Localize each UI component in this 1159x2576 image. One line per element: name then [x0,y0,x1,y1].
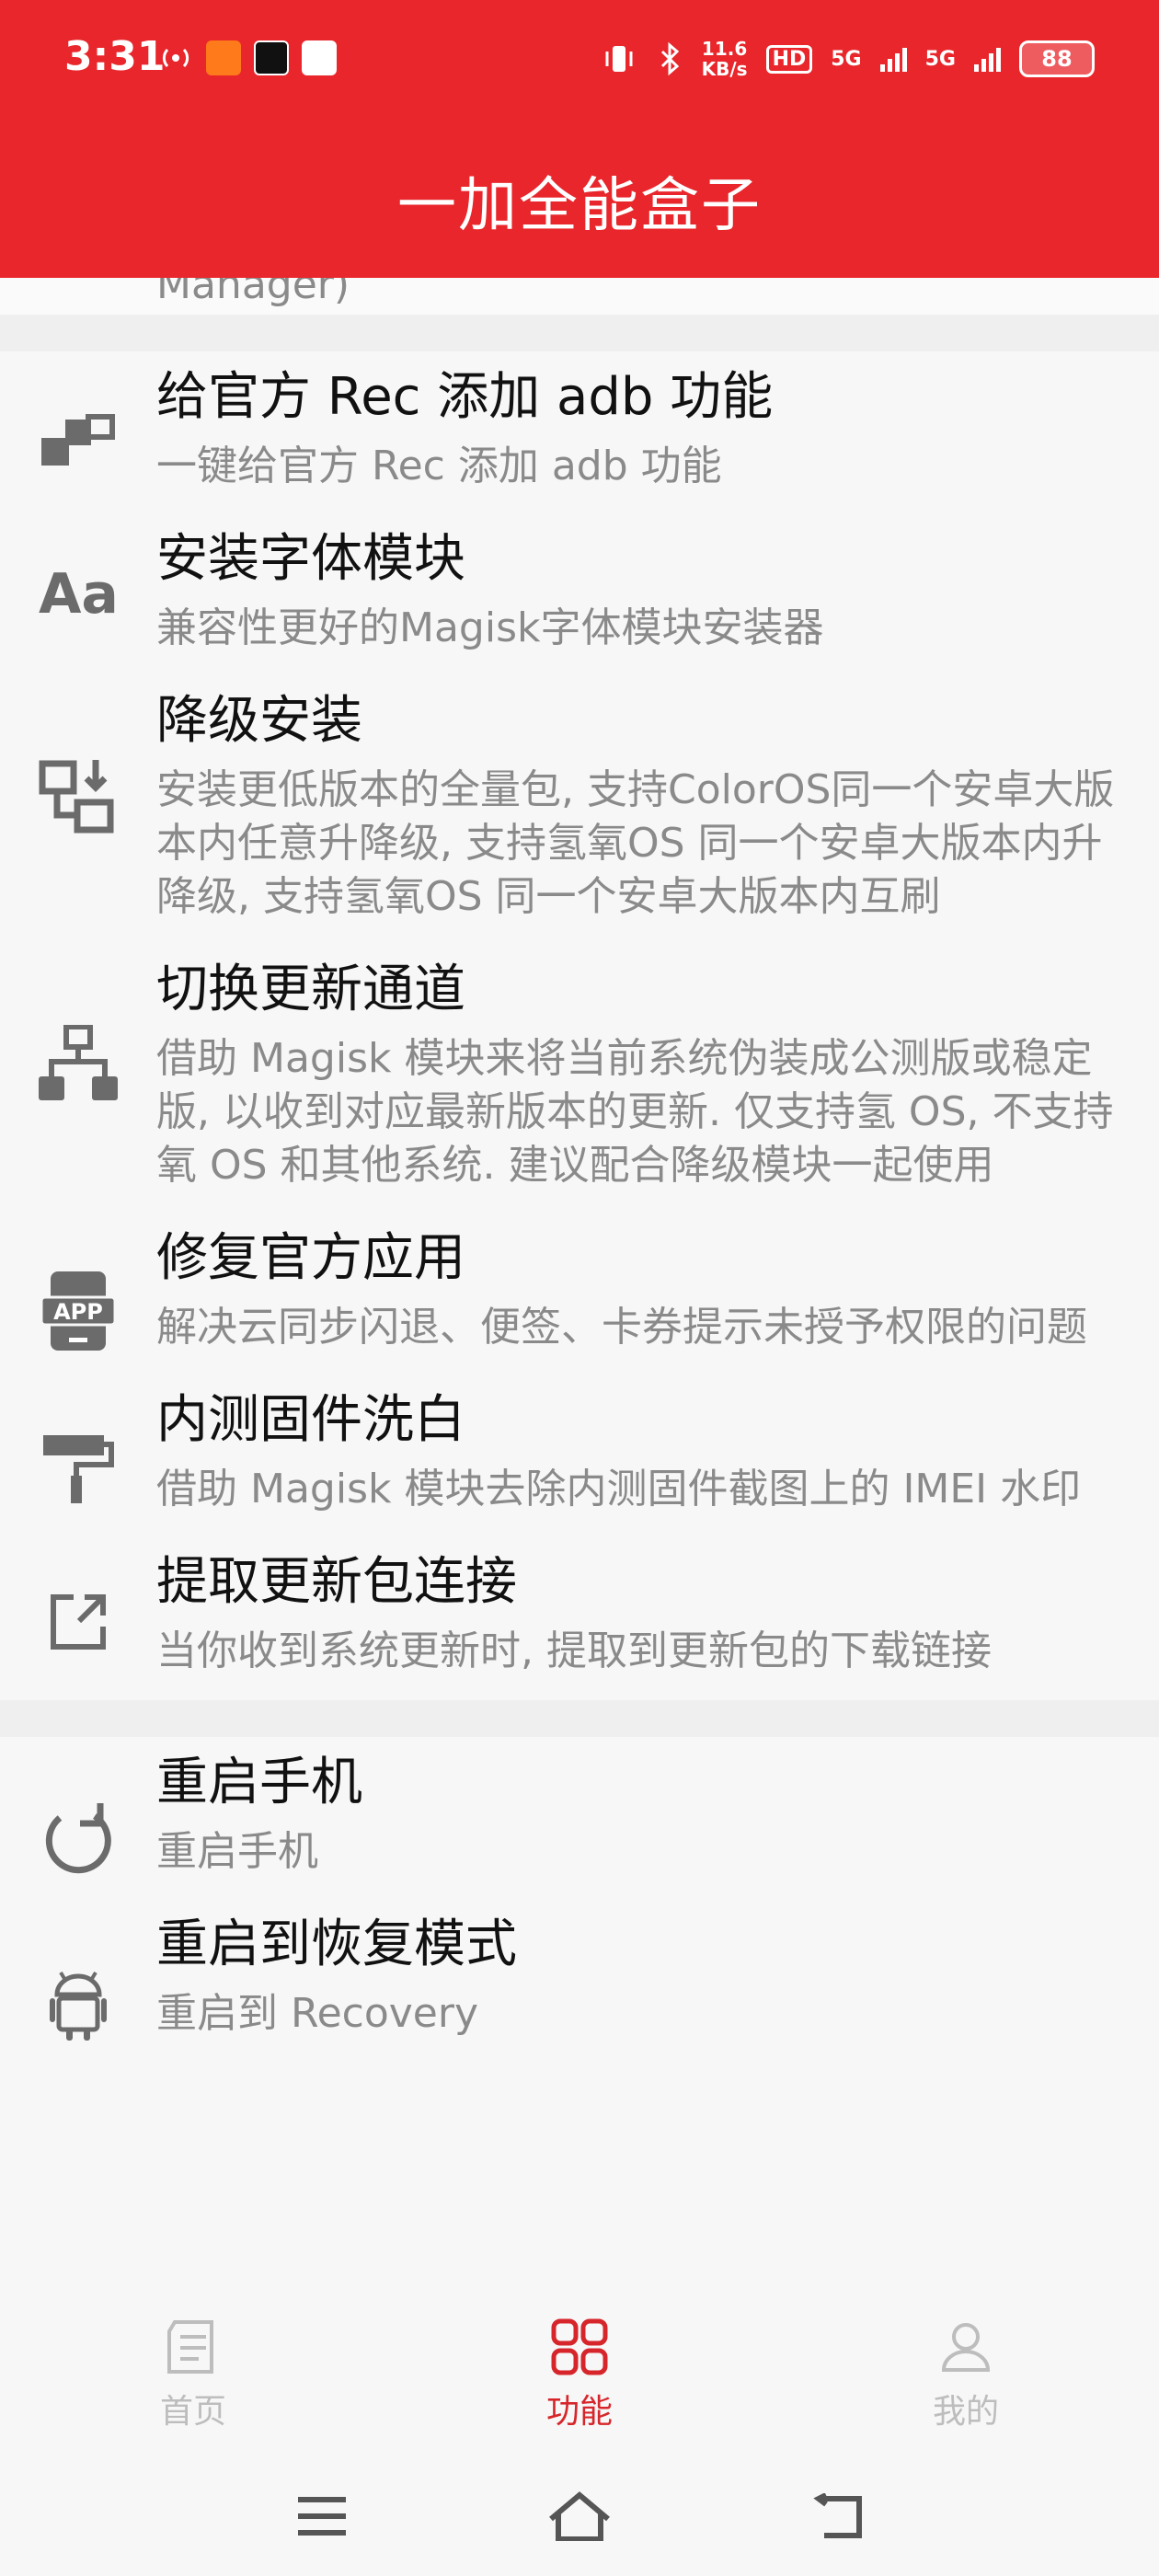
list-item-font-module[interactable]: Aa 安装字体模块兼容性更好的Magisk字体模块安装器 [0,513,1159,675]
item-title: 重启手机 [156,1753,362,1812]
status-bar: 3:31 11.6 KB/s HD 5G 5G 88 [0,0,1159,120]
item-desc: 借助 Magisk 模块来将当前系统伪装成公测版或稳定版, 以收到对应最新版本的… [156,1035,1114,1189]
person-icon [941,2323,991,2372]
previous-item-tail: Manager) [0,278,1159,315]
list-item-rec-adb[interactable]: 给官方 Rec 添加 adb 功能一键给官方 Rec 添加 adb 功能 [0,351,1159,513]
hotspot-icon [162,48,189,68]
item-title: 重启到恢复模式 [156,1915,517,1974]
item-title: 内测固件洗白 [156,1390,465,1450]
menu-icon [298,2497,346,2536]
app-phone-icon: APP [41,1271,115,1351]
document-icon [167,2320,213,2374]
item-desc: 重启到 Recovery [156,1990,479,2037]
puzzle-blocks-icon [41,414,115,466]
inbox-app-icon [302,40,337,75]
back-icon [813,2493,862,2538]
item-title: 安装字体模块 [156,529,465,589]
list-item-fix-official-apps[interactable]: APP 修复官方应用解决云同步闪退、便签、卡券提示未授予权限的问题 [0,1213,1159,1374]
list-item-update-channel[interactable]: 切换更新通道借助 Magisk 模块来将当前系统伪装成公测版或稳定版, 以收到对… [0,944,1159,1213]
feature-list[interactable]: Manager) 给官方 Rec 添加 adb 功能一键给官方 Rec 添加 a… [0,278,1159,2302]
signal-icon-1 [879,46,907,72]
home-button[interactable] [538,2475,621,2558]
system-navigation-bar [0,2475,1159,2558]
item-desc: 解决云同步闪退、便签、卡券提示未授予权限的问题 [156,1304,1087,1351]
item-desc: 安装更低版本的全量包, 支持ColorOS同一个安卓大版本内任意升降级, 支持氢… [156,766,1115,920]
item-title: 提取更新包连接 [156,1552,517,1612]
item-desc: 兼容性更好的Magisk字体模块安装器 [156,604,824,651]
vibrate-icon [605,46,633,72]
list-item-extract-update-link[interactable]: 提取更新包连接当你收到系统更新时, 提取到更新包的下载链接 [0,1536,1159,1700]
tools-group: 给官方 Rec 添加 adb 功能一键给官方 Rec 添加 adb 功能 Aa … [0,351,1159,1700]
section-divider [0,1700,1159,1737]
svg-text:Aa: Aa [39,563,119,622]
paint-roller-icon [43,1435,114,1503]
app-notification-icon [254,40,289,75]
item-desc: 一键给官方 Rec 添加 adb 功能 [156,443,722,489]
bluetooth-icon [660,41,679,76]
section-divider [0,315,1159,351]
back-button[interactable] [796,2475,878,2558]
item-title: 修复官方应用 [156,1228,465,1288]
tab-label: 功能 [545,2393,613,2431]
item-desc: 借助 Magisk 模块去除内测固件截图上的 IMEI 水印 [156,1466,1082,1512]
tab-me[interactable]: 我的 [874,2318,1058,2432]
speed-value: 11.6 [701,38,748,60]
status-time: 3:31 [64,33,166,80]
tab-home[interactable]: 首页 [101,2318,285,2432]
tab-label: 首页 [159,2393,226,2431]
recents-button[interactable] [281,2475,363,2558]
notification-icons [158,40,337,75]
taobao-app-icon [206,40,241,75]
svg-text:APP: APP [53,1299,103,1325]
android-icon [50,1971,107,2041]
signal-icon-2 [974,46,1001,72]
downgrade-icon [39,760,114,834]
grid-icon [551,2318,608,2375]
item-desc: 重启手机 [156,1828,318,1875]
external-link-icon [51,1594,106,1650]
system-status-icons: 11.6 KB/s HD 5G 5G 88 [601,39,1095,79]
item-title: 给官方 Rec 添加 adb 功能 [156,367,774,427]
speed-unit: KB/s [701,58,748,80]
tab-label: 我的 [932,2393,999,2431]
hierarchy-icon [39,1025,118,1100]
list-item-downgrade[interactable]: 降级安装安装更低版本的全量包, 支持ColorOS同一个安卓大版本内任意升降级,… [0,675,1159,944]
list-item-reboot-recovery[interactable]: 重启到恢复模式重启到 Recovery [0,1899,1159,2063]
hd-icon: HD [765,44,813,74]
restart-icon [45,1803,111,1874]
item-title: 降级安装 [156,691,362,751]
app-title: 一加全能盒子 [397,172,762,240]
item-title: 切换更新通道 [156,960,465,1019]
item-desc: 当你收到系统更新时, 提取到更新包的下载链接 [156,1627,992,1674]
network-speed: 11.6 KB/s [702,39,748,79]
list-item-firmware-whitewash[interactable]: 内测固件洗白借助 Magisk 模块去除内测固件截图上的 IMEI 水印 [0,1374,1159,1536]
reboot-group: 重启手机 重启手机 重启到恢复模式 重启到 Recovery [0,1737,1159,2063]
battery-level: 88 [1041,46,1073,72]
tab-features[interactable]: 功能 [488,2318,671,2432]
list-item-restart-phone[interactable]: 重启手机 重启手机 [0,1737,1159,1899]
battery-icon: 88 [1019,40,1095,77]
font-aa-icon: Aa [39,563,119,622]
top-app-bar: 3:31 11.6 KB/s HD 5G 5G 88 一加全能盒子 [0,0,1159,278]
home-icon [549,2491,610,2541]
bottom-navigation: 首页 功能 我的 [0,2300,1159,2576]
network-type-1: 5G [831,47,862,71]
network-type-2: 5G [924,47,956,71]
